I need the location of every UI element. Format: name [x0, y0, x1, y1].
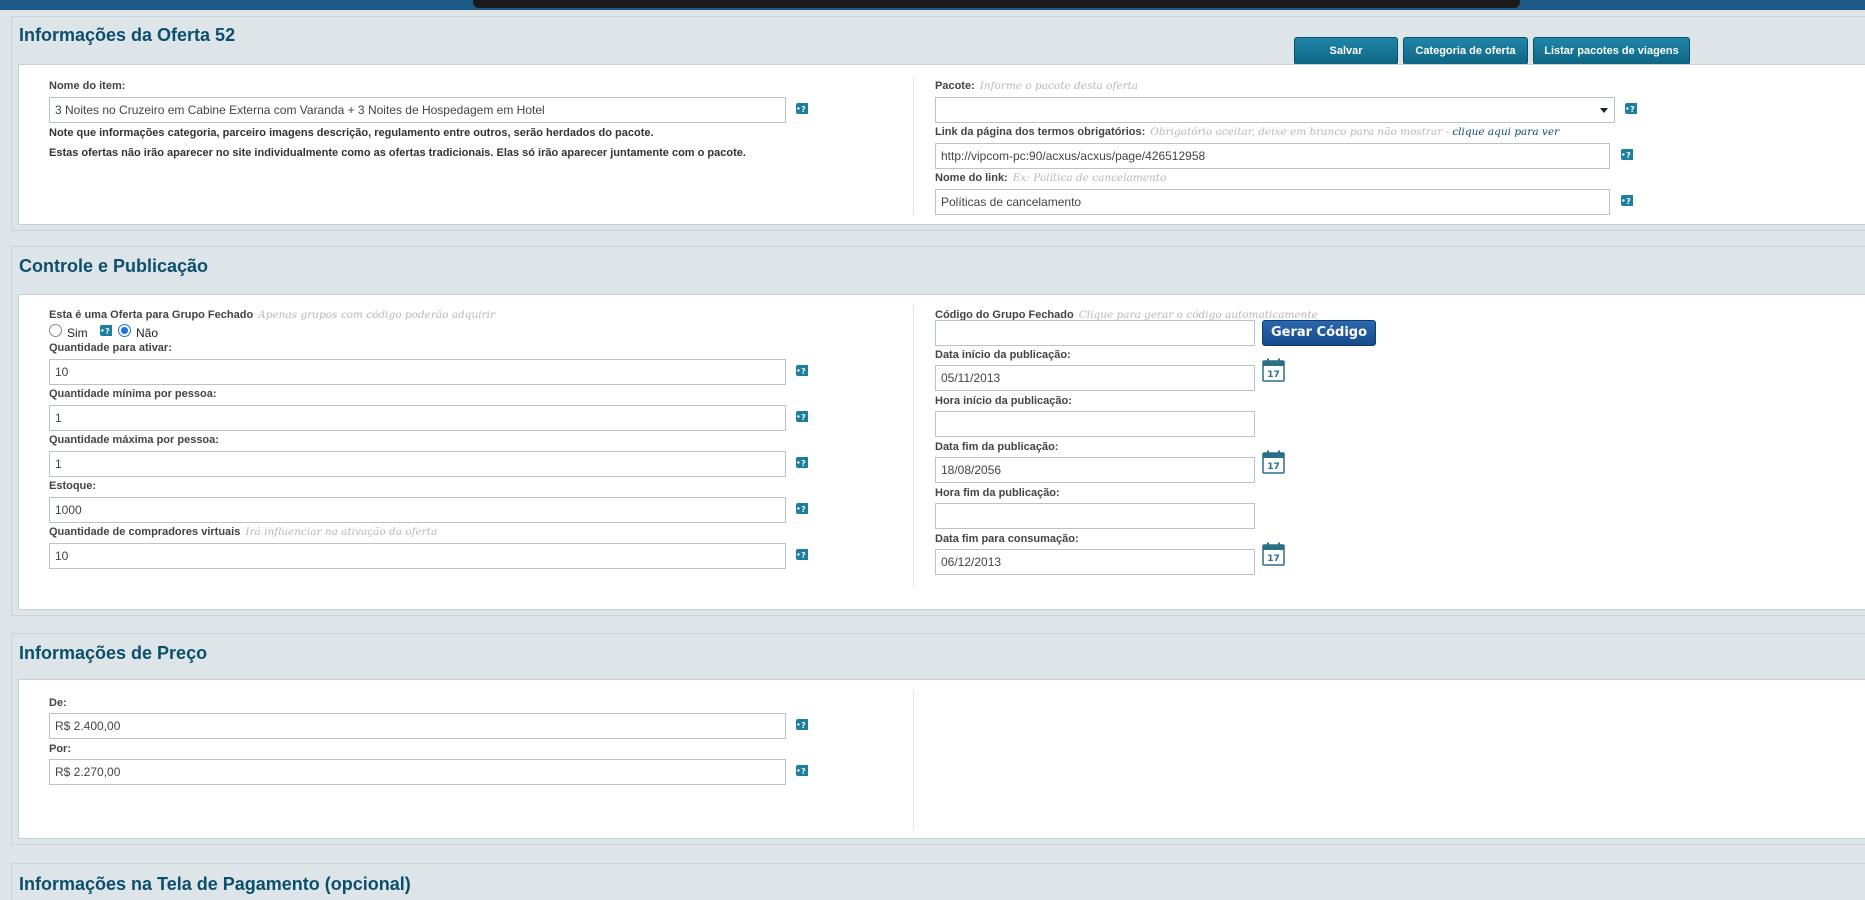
offer-info-title: Informações da Oferta 52 — [19, 25, 236, 45]
control-section: Controle e Publicação Esta é uma Oferta … — [11, 246, 1865, 616]
svg-text:17: 17 — [1267, 462, 1280, 472]
offer-info-panel: Nome do item: ? Note que informações cat… — [18, 64, 1865, 225]
chevron-down-icon — [1600, 108, 1608, 113]
pub-end-time-label: Hora fim da publicação: — [935, 487, 1060, 499]
closed-group-hint: Apenas grupos com código poderão adquiri… — [258, 309, 496, 321]
help-icon[interactable]: ? — [796, 411, 808, 422]
consume-end-date-input[interactable] — [935, 549, 1255, 575]
price-section: Informações de Preço De: ? Por: ? — [11, 633, 1865, 845]
price-title: Informações de Preço — [19, 643, 208, 663]
generate-code-button[interactable]: Gerar Código — [1262, 320, 1376, 346]
svg-text:?: ? — [801, 367, 806, 376]
radio-no-label: Não — [136, 326, 159, 340]
help-icon[interactable]: ? — [796, 549, 808, 560]
consume-end-label: Data fim para consumação: — [935, 533, 1079, 545]
price-from-label: De: — [49, 697, 67, 709]
svg-text:17: 17 — [1267, 554, 1280, 564]
stock-label: Estoque: — [49, 480, 97, 492]
calendar-icon[interactable]: 17 — [1262, 358, 1285, 382]
pub-start-time-label: Hora início da publicação: — [935, 395, 1072, 407]
qty-max-input[interactable] — [49, 451, 786, 477]
column-divider — [913, 690, 914, 830]
package-hint: Informe o pacote desta oferta — [979, 80, 1139, 92]
svg-text:?: ? — [801, 413, 806, 422]
svg-text:?: ? — [801, 505, 806, 514]
help-icon[interactable]: ? — [796, 765, 808, 776]
terms-hint: Obrigatório aceitar, deixe em branco par… — [1150, 126, 1450, 138]
qty-min-label: Quantidade mínima por pessoa: — [49, 388, 217, 400]
svg-text:?: ? — [801, 551, 806, 560]
item-name-label: Nome do item: — [49, 80, 126, 92]
help-icon[interactable]: ? — [796, 457, 808, 468]
calendar-icon[interactable]: 17 — [1262, 542, 1285, 566]
help-icon[interactable]: ? — [796, 103, 808, 114]
svg-text:?: ? — [801, 459, 806, 468]
offer-info-section: Informações da Oferta 52 Salvar Categori… — [11, 16, 1865, 231]
inheritance-note: Note que informações categoria, parceiro… — [49, 127, 654, 139]
list-packages-button[interactable]: Listar pacotes de viagens — [1533, 37, 1690, 65]
link-name-input[interactable] — [935, 189, 1610, 215]
pub-end-date-input[interactable] — [935, 457, 1255, 483]
pub-start-date-input[interactable] — [935, 365, 1255, 391]
svg-text:?: ? — [801, 105, 806, 114]
qty-activate-input[interactable] — [49, 359, 786, 385]
qty-activate-label: Quantidade para ativar: — [49, 342, 172, 354]
pub-end-label: Data fim da publicação: — [935, 441, 1059, 453]
pub-end-time-input[interactable] — [935, 503, 1255, 529]
pub-start-label: Data início da publicação: — [935, 349, 1071, 361]
closed-group-label: Esta é uma Oferta para Grupo Fechado Apen… — [49, 309, 496, 321]
help-icon[interactable]: ? — [1621, 149, 1633, 160]
offer-category-button[interactable]: Categoria de oferta — [1403, 37, 1528, 65]
radio-yes-label: Sim — [67, 326, 88, 340]
calendar-icon[interactable]: 17 — [1262, 450, 1285, 474]
help-icon[interactable]: ? — [796, 503, 808, 514]
control-panel: Esta é uma Oferta para Grupo Fechado Apen… — [18, 294, 1865, 610]
price-to-input[interactable] — [49, 759, 786, 785]
pub-start-time-input[interactable] — [935, 411, 1255, 437]
svg-text:?: ? — [1630, 105, 1635, 114]
price-to-label: Por: — [49, 743, 71, 755]
stock-input[interactable] — [49, 497, 786, 523]
svg-text:?: ? — [801, 721, 806, 730]
help-icon[interactable]: ? — [1621, 195, 1633, 206]
terms-link[interactable]: clique aqui para ver — [1452, 126, 1559, 138]
payment-title: Informações na Tela de Pagamento (opcion… — [19, 874, 411, 894]
help-icon[interactable]: ? — [1625, 103, 1637, 114]
price-panel: De: ? Por: ? — [18, 679, 1865, 839]
help-icon[interactable]: ? — [796, 365, 808, 376]
column-divider — [913, 75, 914, 215]
svg-text:17: 17 — [1267, 370, 1280, 380]
terms-url-input[interactable] — [935, 143, 1610, 169]
help-icon[interactable]: ? — [100, 325, 112, 336]
svg-text:?: ? — [105, 327, 110, 336]
svg-text:?: ? — [801, 767, 806, 776]
help-icon[interactable]: ? — [796, 719, 808, 730]
control-title: Controle e Publicação — [19, 256, 209, 276]
package-label: Pacote: Informe o pacote desta oferta — [935, 80, 1139, 92]
item-name-input[interactable] — [49, 97, 786, 123]
virtual-buyers-label: Quantidade de compradores virtuais Irá in… — [49, 526, 438, 538]
svg-text:?: ? — [1626, 151, 1631, 160]
qty-min-input[interactable] — [49, 405, 786, 431]
virtual-buyers-input[interactable] — [49, 543, 786, 569]
link-name-label: Nome do link: Ex: Política de cancelament… — [935, 172, 1167, 184]
link-name-hint: Ex: Política de cancelamento — [1012, 172, 1167, 184]
price-from-input[interactable] — [49, 713, 786, 739]
virtual-buyers-hint: Irá influenciar na ativação da oferta — [245, 526, 438, 538]
qty-max-label: Quantidade máxima por pessoa: — [49, 434, 219, 446]
terms-label: Link da página dos termos obrigatórios: O… — [935, 126, 1560, 138]
top-bar-center — [473, 0, 1520, 8]
radio-yes[interactable] — [49, 324, 62, 337]
svg-text:?: ? — [1626, 197, 1631, 206]
visibility-note: Estas ofertas não irão aparecer no site … — [49, 147, 746, 159]
group-code-input[interactable] — [935, 320, 1255, 346]
column-divider — [913, 305, 914, 587]
save-button[interactable]: Salvar — [1294, 37, 1398, 65]
payment-section: Informações na Tela de Pagamento (opcion… — [11, 863, 1865, 900]
radio-no[interactable] — [118, 324, 131, 337]
package-select[interactable] — [935, 97, 1615, 123]
